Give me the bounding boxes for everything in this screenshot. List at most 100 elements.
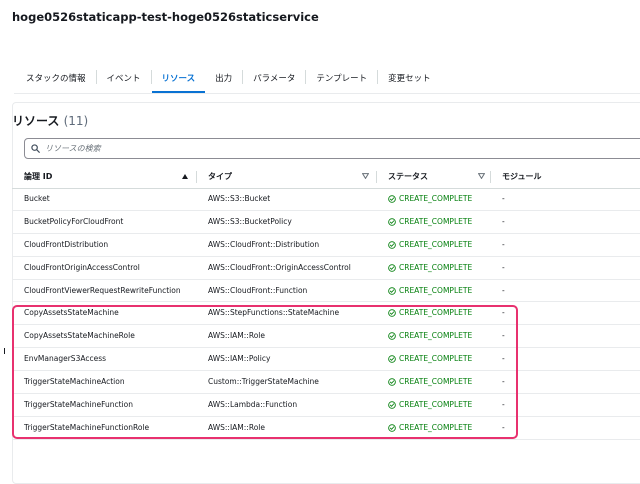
tab-change-sets[interactable]: 変更セット bbox=[378, 65, 441, 93]
resources-count: (11) bbox=[63, 114, 89, 128]
status-text: CREATE_COMPLETE bbox=[399, 331, 473, 341]
check-circle-icon bbox=[388, 401, 396, 409]
cell-logical-id: CloudFrontViewerRequestRewriteFunction bbox=[24, 285, 181, 295]
cell-module: - bbox=[502, 262, 505, 272]
status-text: CREATE_COMPLETE bbox=[399, 377, 473, 387]
cell-status: CREATE_COMPLETE bbox=[388, 302, 472, 324]
status-text: CREATE_COMPLETE bbox=[399, 422, 473, 432]
column-header-logical-id[interactable]: 論理 ID bbox=[24, 166, 52, 188]
sort-ascending-icon[interactable] bbox=[182, 174, 188, 179]
cell-type: AWS::IAM::Role bbox=[208, 422, 265, 432]
status-text: CREATE_COMPLETE bbox=[399, 239, 473, 249]
check-circle-icon bbox=[388, 195, 396, 203]
cell-status: CREATE_COMPLETE bbox=[388, 394, 472, 416]
check-circle-icon bbox=[388, 424, 396, 432]
cell-status: CREATE_COMPLETE bbox=[388, 211, 472, 233]
search-box[interactable] bbox=[24, 138, 640, 159]
search-input[interactable] bbox=[45, 144, 445, 153]
cell-status: CREATE_COMPLETE bbox=[388, 371, 472, 393]
cell-logical-id: TriggerStateMachineFunction bbox=[24, 400, 134, 410]
table-row[interactable]: CopyAssetsStateMachine AWS::StepFunctions… bbox=[12, 302, 640, 326]
edge-mark bbox=[4, 348, 5, 354]
cell-logical-id: CloudFrontDistribution bbox=[24, 239, 109, 249]
cell-module: - bbox=[502, 354, 505, 364]
table-header: 論理 ID タイプ ステータス モジュール bbox=[12, 166, 640, 189]
cell-type: AWS::StepFunctions::StateMachine bbox=[208, 308, 340, 318]
cell-type: AWS::CloudFront::Distribution bbox=[208, 239, 320, 249]
table-row[interactable]: TriggerStateMachineAction Custom::Trigger… bbox=[12, 371, 640, 395]
column-divider[interactable] bbox=[490, 171, 491, 183]
sort-descending-icon[interactable] bbox=[478, 173, 485, 179]
cell-type: AWS::IAM::Role bbox=[208, 331, 265, 341]
status-text: CREATE_COMPLETE bbox=[399, 262, 473, 272]
cell-status: CREATE_COMPLETE bbox=[388, 257, 472, 279]
sort-descending-icon[interactable] bbox=[362, 173, 369, 179]
status-text: CREATE_COMPLETE bbox=[399, 354, 473, 364]
cell-status: CREATE_COMPLETE bbox=[388, 188, 472, 210]
column-header-status[interactable]: ステータス bbox=[388, 166, 428, 188]
cell-module: - bbox=[502, 331, 505, 341]
tab-events[interactable]: イベント bbox=[97, 65, 151, 93]
cell-status: CREATE_COMPLETE bbox=[388, 348, 472, 370]
cell-logical-id: CloudFrontOriginAccessControl bbox=[24, 262, 140, 272]
cell-module: - bbox=[502, 400, 505, 410]
check-circle-icon bbox=[388, 263, 396, 272]
cell-module: - bbox=[502, 422, 505, 432]
column-header-module[interactable]: モジュール bbox=[502, 166, 541, 188]
tab-bar-divider bbox=[14, 93, 640, 94]
cell-module: - bbox=[502, 216, 505, 226]
cell-status: CREATE_COMPLETE bbox=[388, 234, 472, 256]
check-circle-icon bbox=[388, 218, 396, 226]
table-row[interactable]: CloudFrontViewerRequestRewriteFunction AW… bbox=[12, 280, 640, 303]
cell-logical-id: CopyAssetsStateMachine bbox=[24, 308, 119, 318]
cell-module: - bbox=[502, 308, 505, 318]
cell-logical-id: CopyAssetsStateMachineRole bbox=[24, 331, 135, 341]
table-row[interactable]: TriggerStateMachineFunctionRole AWS::IAM:… bbox=[12, 417, 640, 440]
cell-type: AWS::CloudFront::Function bbox=[208, 285, 308, 295]
resources-table-body: Bucket AWS::S3::Bucket CREATE_COMPLETE - Buc… bbox=[12, 188, 640, 440]
status-text: CREATE_COMPLETE bbox=[399, 400, 473, 410]
status-text: CREATE_COMPLETE bbox=[399, 216, 473, 226]
table-row[interactable]: TriggerStateMachineFunction AWS::Lambda::… bbox=[12, 394, 640, 417]
cell-logical-id: TriggerStateMachineAction bbox=[24, 377, 125, 387]
resources-title: リソース bbox=[12, 114, 60, 128]
cell-status: CREATE_COMPLETE bbox=[388, 417, 472, 439]
search-icon bbox=[31, 144, 40, 153]
tab-outputs[interactable]: 出力 bbox=[205, 65, 242, 93]
cell-logical-id: EnvManagerS3Access bbox=[24, 354, 107, 364]
tab-stack-info[interactable]: スタックの情報 bbox=[14, 65, 96, 93]
stack-title: hoge0526staticapp-test-hoge0526staticser… bbox=[12, 10, 319, 24]
table-row[interactable]: CopyAssetsStateMachineRole AWS::IAM::Role… bbox=[12, 325, 640, 349]
tab-template[interactable]: テンプレート bbox=[306, 65, 377, 93]
column-header-type[interactable]: タイプ bbox=[208, 166, 232, 188]
cell-logical-id: Bucket bbox=[24, 194, 50, 203]
table-row[interactable]: Bucket AWS::S3::Bucket CREATE_COMPLETE - bbox=[12, 188, 640, 211]
cell-status: CREATE_COMPLETE bbox=[388, 280, 472, 302]
status-text: CREATE_COMPLETE bbox=[399, 285, 473, 295]
check-circle-icon bbox=[388, 240, 396, 249]
cell-type: AWS::CloudFront::OriginAccessControl bbox=[208, 262, 351, 272]
table-row[interactable]: BucketPolicyForCloudFront AWS::S3::Bucket… bbox=[12, 211, 640, 234]
resources-header: リソース (11) bbox=[12, 112, 88, 129]
table-row[interactable]: EnvManagerS3Access AWS::IAM::Policy CREATE… bbox=[12, 348, 640, 372]
column-divider[interactable] bbox=[196, 171, 197, 183]
cell-module: - bbox=[502, 285, 505, 295]
table-row[interactable]: CloudFrontOriginAccessControl AWS::CloudF… bbox=[12, 257, 640, 280]
check-circle-icon bbox=[388, 309, 396, 318]
tab-parameters[interactable]: パラメータ bbox=[243, 65, 305, 93]
cell-type: AWS::Lambda::Function bbox=[208, 400, 298, 410]
status-text: CREATE_COMPLETE bbox=[399, 308, 473, 318]
cell-status: CREATE_COMPLETE bbox=[388, 325, 472, 347]
column-divider[interactable] bbox=[376, 171, 377, 183]
tab-bar: スタックの情報 イベント リソース 出力 パラメータ テンプレート 変更セット bbox=[14, 65, 640, 93]
check-circle-icon bbox=[388, 378, 396, 386]
cell-module: - bbox=[502, 377, 505, 387]
cell-type: AWS::S3::BucketPolicy bbox=[208, 216, 292, 226]
table-row[interactable]: CloudFrontDistribution AWS::CloudFront::D… bbox=[12, 234, 640, 257]
cell-type: AWS::S3::Bucket bbox=[208, 194, 271, 203]
tab-resources[interactable]: リソース bbox=[151, 65, 206, 93]
check-circle-icon bbox=[388, 355, 396, 364]
cell-logical-id: TriggerStateMachineFunctionRole bbox=[24, 422, 150, 432]
cell-module: - bbox=[502, 239, 505, 249]
cell-type: AWS::IAM::Policy bbox=[208, 354, 271, 364]
